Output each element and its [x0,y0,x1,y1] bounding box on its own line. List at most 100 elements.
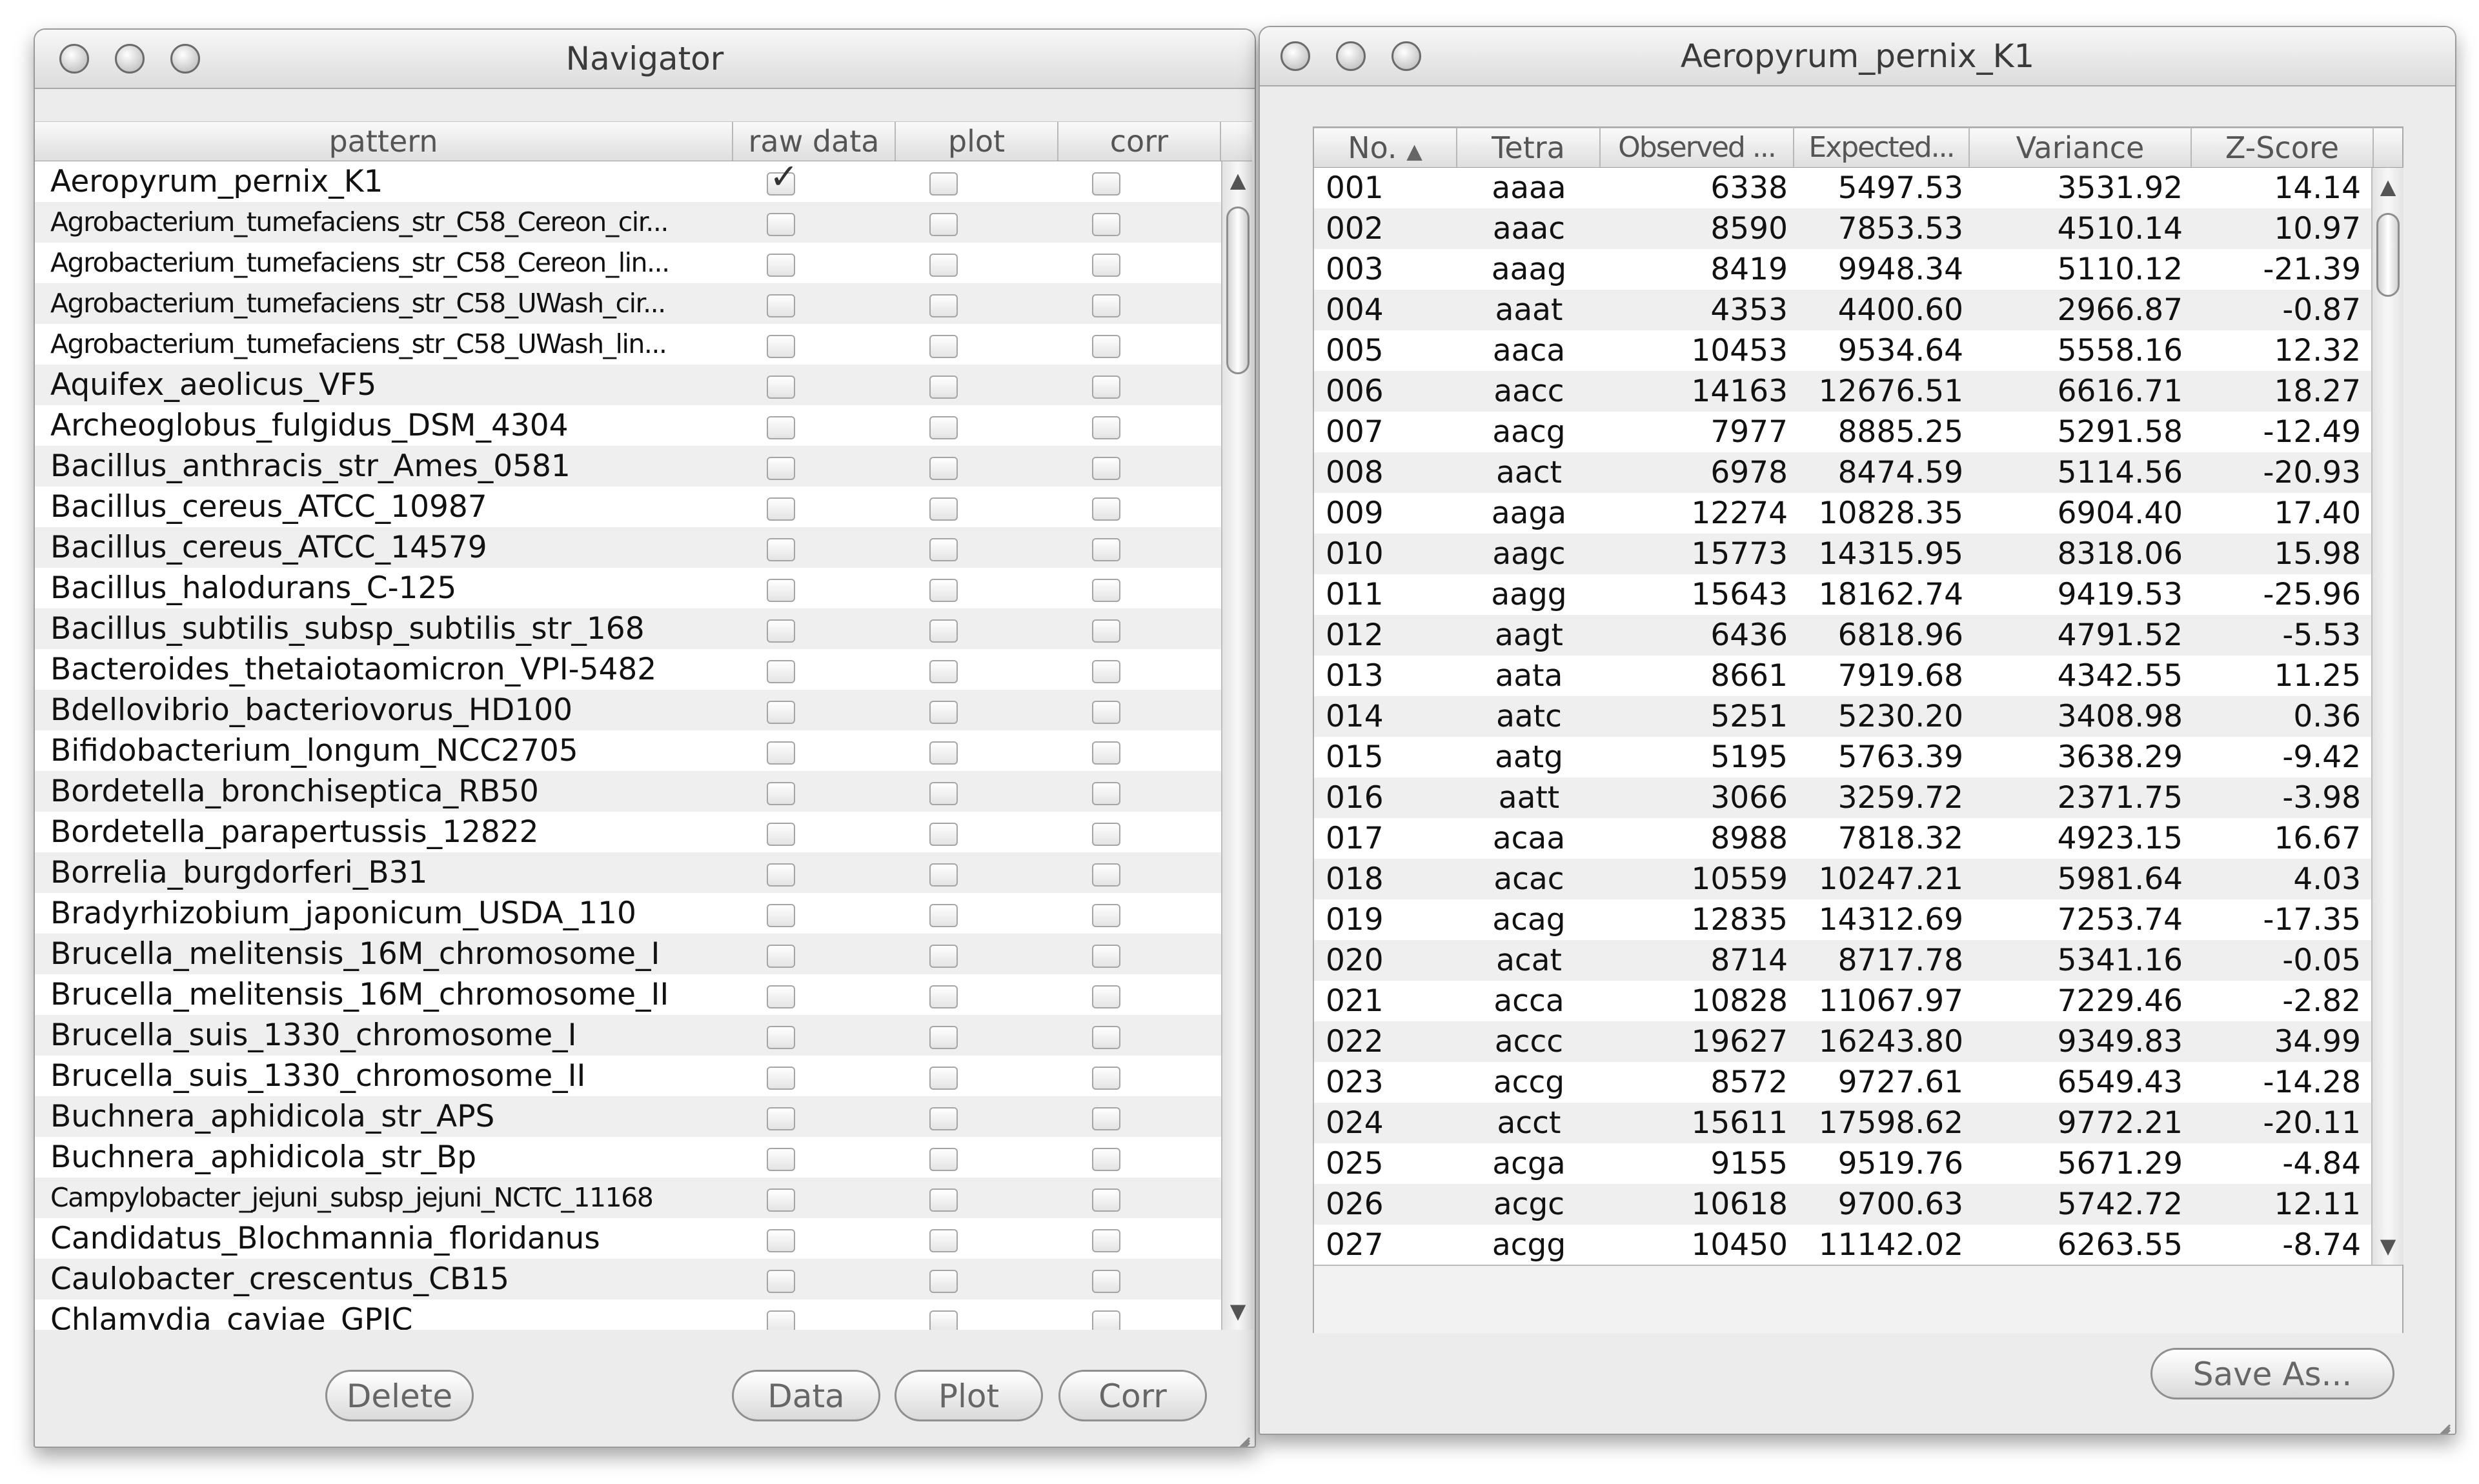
corr-checkbox[interactable] [1092,376,1120,399]
corr-checkbox[interactable] [1092,741,1120,765]
corr-checkbox[interactable] [1092,619,1120,643]
plot-checkbox[interactable] [929,457,958,480]
table-row[interactable]: 012 aagt 6436 6818.96 4791.52 -5.53 [1314,615,2371,656]
table-row[interactable]: Agrobacterium_tumefaciens_str_C58_Cereon… [35,202,1221,243]
plot-checkbox[interactable] [929,1310,958,1330]
table-row[interactable]: 004 aaat 4353 4400.60 2966.87 -0.87 [1314,290,2371,330]
plot-checkbox[interactable] [929,172,958,196]
corr-checkbox[interactable] [1092,660,1120,683]
corr-checkbox[interactable] [1092,782,1120,805]
raw-data-checkbox[interactable] [767,1188,795,1212]
detail-titlebar[interactable]: Aeropyrum_pernix_K1 [1260,27,2455,86]
resize-grip-icon[interactable] [1220,1412,1252,1447]
plot-checkbox[interactable] [929,1270,958,1293]
column-header-corr[interactable]: corr [1058,122,1221,161]
plot-checkbox[interactable] [929,335,958,358]
raw-data-checkbox[interactable] [767,741,795,765]
table-row[interactable]: 008 aact 6978 8474.59 5114.56 -20.93 [1314,452,2371,493]
table-row[interactable]: 027 acgg 10450 11142.02 6263.55 -8.74 [1314,1225,2371,1265]
raw-data-checkbox[interactable] [767,823,795,846]
table-row[interactable]: Bordetella_parapertussis_12822 [35,812,1221,852]
column-header-raw-data[interactable]: raw data [733,122,896,161]
resize-grip-icon[interactable] [2420,1399,2453,1434]
raw-data-checkbox[interactable] [767,254,795,277]
corr-checkbox[interactable] [1092,416,1120,439]
raw-data-checkbox[interactable] [767,457,795,480]
plot-checkbox[interactable] [929,1229,958,1252]
raw-data-checkbox[interactable] [767,660,795,683]
table-row[interactable]: 010 aagc 15773 14315.95 8318.06 15.98 [1314,534,2371,574]
navigator-titlebar[interactable]: Navigator [35,30,1255,89]
plot-checkbox[interactable] [929,945,958,968]
column-header-pattern[interactable]: pattern [35,122,733,161]
raw-data-checkbox[interactable] [767,497,795,521]
raw-data-checkbox[interactable] [767,1270,795,1293]
table-row[interactable]: Brucella_suis_1330_chromosome_II [35,1056,1221,1096]
delete-button[interactable]: Delete [325,1370,474,1421]
plot-checkbox[interactable] [929,619,958,643]
raw-data-checkbox[interactable] [767,1067,795,1090]
table-row[interactable]: 022 accc 19627 16243.80 9349.83 34.99 [1314,1021,2371,1062]
corr-checkbox[interactable] [1092,1229,1120,1252]
plot-checkbox[interactable] [929,863,958,887]
corr-checkbox[interactable] [1092,1026,1120,1049]
table-row[interactable]: Brucella_suis_1330_chromosome_I [35,1015,1221,1056]
column-header-plot[interactable]: plot [896,122,1058,161]
table-row[interactable]: Bacillus_subtilis_subsp_subtilis_str_168 [35,608,1221,649]
scroll-up-arrow-icon[interactable]: ▲ [1222,168,1253,192]
scroll-down-arrow-icon[interactable]: ▼ [1222,1299,1253,1323]
column-header-variance[interactable]: Variance [1970,128,2192,167]
table-row[interactable]: 019 acag 12835 14312.69 7253.74 -17.35 [1314,899,2371,940]
raw-data-checkbox[interactable] [767,945,795,968]
column-header-expected[interactable]: Expected... [1794,128,1970,167]
table-row[interactable]: Bifidobacterium_longum_NCC2705 [35,730,1221,771]
table-row[interactable]: Brucella_melitensis_16M_chromosome_I [35,934,1221,974]
column-header-observed[interactable]: Observed ... [1601,128,1794,167]
column-header-tetra[interactable]: Tetra [1457,128,1601,167]
plot-checkbox[interactable] [929,782,958,805]
column-header-no[interactable]: No. ▲ [1314,128,1457,167]
table-row[interactable]: Bacillus_halodurans_C-125 [35,568,1221,608]
table-row[interactable]: Archeoglobus_fulgidus_DSM_4304 [35,405,1221,446]
plot-checkbox[interactable] [929,376,958,399]
navigator-vertical-scrollbar[interactable]: ▲ ▼ [1221,161,1253,1330]
detail-horizontal-scrollbar[interactable] [1314,1265,2402,1333]
corr-checkbox[interactable] [1092,254,1120,277]
raw-data-checkbox[interactable] [767,782,795,805]
plot-checkbox[interactable] [929,579,958,602]
corr-checkbox[interactable] [1092,985,1120,1008]
table-row[interactable]: 023 accg 8572 9727.61 6549.43 -14.28 [1314,1062,2371,1103]
corr-checkbox[interactable] [1092,701,1120,724]
column-header-z-score[interactable]: Z-Score [2192,128,2374,167]
table-row[interactable]: 016 aatt 3066 3259.72 2371.75 -3.98 [1314,777,2371,818]
table-row[interactable]: Buchnera_aphidicola_str_APS [35,1096,1221,1137]
table-row[interactable]: 013 aata 8661 7919.68 4342.55 11.25 [1314,656,2371,696]
table-row[interactable]: 007 aacg 7977 8885.25 5291.58 -12.49 [1314,412,2371,452]
table-row[interactable]: Bordetella_bronchiseptica_RB50 [35,771,1221,812]
table-row[interactable]: 025 acga 9155 9519.76 5671.29 -4.84 [1314,1143,2371,1184]
raw-data-checkbox[interactable] [767,376,795,399]
plot-checkbox[interactable] [929,741,958,765]
corr-checkbox[interactable] [1092,1107,1120,1130]
table-row[interactable]: 006 aacc 14163 12676.51 6616.71 18.27 [1314,371,2371,412]
raw-data-checkbox[interactable] [767,1107,795,1130]
table-row[interactable]: 020 acat 8714 8717.78 5341.16 -0.05 [1314,940,2371,981]
scroll-up-arrow-icon[interactable]: ▲ [2373,174,2403,199]
plot-checkbox[interactable] [929,1107,958,1130]
plot-checkbox[interactable] [929,1026,958,1049]
plot-checkbox[interactable] [929,985,958,1008]
plot-checkbox[interactable] [929,497,958,521]
plot-checkbox[interactable] [929,294,958,317]
plot-checkbox[interactable] [929,823,958,846]
corr-checkbox[interactable] [1092,172,1120,196]
raw-data-checkbox[interactable] [767,213,795,236]
corr-checkbox[interactable] [1092,904,1120,927]
table-row[interactable]: Aquifex_aeolicus_VF5 [35,365,1221,405]
data-button[interactable]: Data [732,1370,880,1421]
raw-data-checkbox[interactable] [767,1148,795,1171]
table-row[interactable]: Bacillus_anthracis_str_Ames_0581 [35,446,1221,486]
table-row[interactable]: 005 aaca 10453 9534.64 5558.16 12.32 [1314,330,2371,371]
plot-checkbox[interactable] [929,538,958,561]
corr-checkbox[interactable] [1092,213,1120,236]
plot-checkbox[interactable] [929,660,958,683]
